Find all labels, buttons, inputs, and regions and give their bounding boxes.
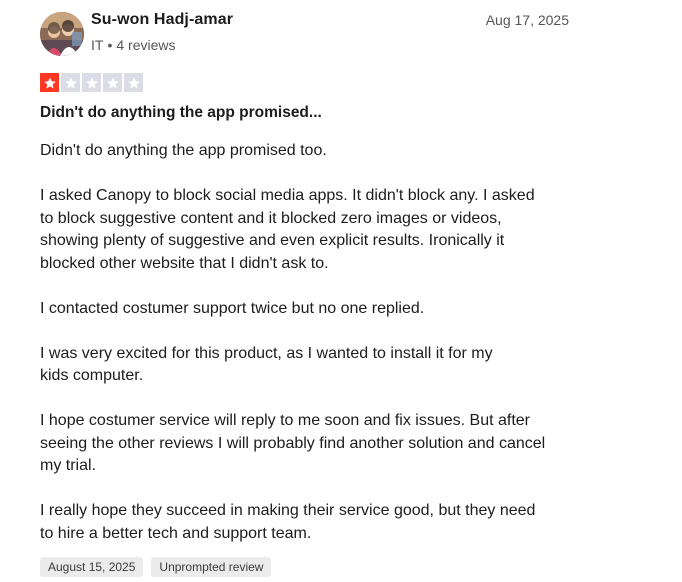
review-paragraph: Didn't do anything the app promised too.	[40, 142, 327, 159]
star-empty-icon	[61, 73, 80, 92]
author-meta: IT • 4 reviews	[91, 37, 176, 53]
meta-separator: •	[107, 37, 113, 53]
author-name[interactable]: Su-won Hadj-amar	[91, 11, 233, 29]
review-paragraph: I asked Canopy to block social media app…	[40, 187, 535, 272]
review-paragraph: I really hope they succeed in making the…	[40, 502, 536, 542]
review-date: Aug 17, 2025	[485, 12, 569, 28]
review-paragraph: I was very excited for this product, as …	[40, 344, 493, 385]
star-empty-icon	[124, 73, 143, 92]
star-empty-icon	[103, 73, 122, 92]
author-review-count: 4 reviews	[116, 37, 176, 53]
avatar-photo	[40, 12, 84, 56]
review-title[interactable]: Didn't do anything the app promised...	[40, 104, 322, 122]
star-rating	[40, 73, 143, 92]
star-empty-icon	[82, 73, 101, 92]
author-country: IT	[91, 37, 104, 53]
review-tags: August 15, 2025 Unprompted review	[40, 557, 272, 577]
experience-date-tag: August 15, 2025	[40, 557, 144, 577]
review-body: Didn't do anything the app promised too.…	[40, 140, 580, 568]
star-filled-icon	[40, 73, 59, 92]
review-paragraph: I contacted costumer support twice but n…	[40, 299, 425, 317]
avatar[interactable]	[40, 12, 84, 56]
review-paragraph: I hope costumer service will reply to me…	[40, 412, 546, 474]
unprompted-review-tag[interactable]: Unprompted review	[151, 557, 272, 577]
review-card: Su-won Hadj-amar IT • 4 reviews Aug 17, 20…	[0, 0, 682, 582]
